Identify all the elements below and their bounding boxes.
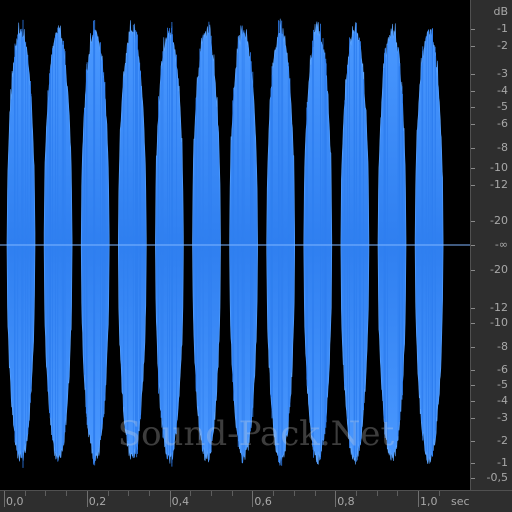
db-scale-tick (471, 270, 475, 271)
time-scale-minor-tick (148, 491, 150, 496)
db-scale-tick (471, 168, 475, 169)
db-scale-tick (471, 29, 475, 30)
db-scale-tick (471, 91, 475, 92)
db-scale-label: -12 (490, 178, 508, 191)
db-scale-label: -20 (490, 263, 508, 276)
time-scale-tick (252, 491, 254, 507)
time-scale-tick (335, 491, 337, 507)
time-scale-label: 0,4 (171, 495, 190, 508)
db-scale-label: -12 (490, 301, 508, 314)
db-scale-tick (471, 107, 475, 108)
time-scale-label: 0,6 (254, 495, 272, 508)
db-unit-label: dB (493, 5, 508, 18)
db-scale-tick (471, 221, 475, 222)
time-scale-minor-tick (128, 491, 130, 496)
time-scale-minor-tick (273, 491, 275, 496)
db-scale-label: -3 (497, 67, 508, 80)
time-scale-minor-tick (66, 491, 68, 496)
time-scale-minor-tick (107, 491, 109, 496)
db-scale-label: -20 (490, 214, 508, 227)
db-scale-tick (471, 323, 475, 324)
time-scale-label: 0,2 (88, 495, 107, 508)
db-scale-label: -1 (497, 456, 508, 469)
db-scale-tick (471, 401, 475, 402)
time-scale-minor-tick (355, 491, 357, 496)
db-scale-label: -5 (497, 378, 508, 391)
time-scale-label: 0,8 (337, 495, 355, 508)
time-scale-tick (4, 491, 5, 507)
time-ruler: sec 0,0 0,2 0,4 0,6 0,8 1,0 (0, 490, 512, 512)
time-scale-tick (169, 491, 171, 507)
time-scale-minor-tick (376, 491, 378, 496)
waveform-bursts (6, 18, 444, 468)
db-scale-tick (471, 463, 475, 464)
waveform-canvas[interactable] (0, 0, 470, 490)
db-scale-tick (471, 245, 475, 246)
db-scale-label: -6 (497, 117, 508, 130)
db-scale-tick (471, 418, 475, 419)
db-scale-label: -0,5 (486, 471, 508, 484)
db-scale-tick (471, 370, 475, 371)
db-scale-label: -6 (497, 363, 508, 376)
time-scale-minor-tick (438, 491, 440, 496)
waveform-burst (118, 20, 147, 460)
db-scale-label: -2 (497, 39, 508, 52)
time-scale-label: 1,0 (420, 495, 438, 508)
db-scale-tick (471, 124, 475, 125)
db-scale-tick (471, 148, 475, 149)
time-unit-label: sec (451, 495, 470, 508)
db-scale-tick (471, 308, 475, 309)
time-scale-minor-tick (45, 491, 47, 496)
waveform-burst (303, 21, 333, 465)
db-scale-label: -1 (497, 22, 508, 35)
db-scale-label: -4 (497, 394, 508, 407)
waveform-display[interactable] (0, 0, 470, 490)
db-scale-label: -∞ (494, 238, 508, 251)
db-scale-tick (471, 185, 475, 186)
db-scale-label: -5 (497, 100, 508, 113)
time-scale-minor-tick (211, 491, 212, 496)
amplitude-ruler: dB -1 -2 -3 -4 -5 -6 -8 -10 -12 -20 -∞ -20 -12 -10 -8 -… (470, 0, 512, 490)
db-scale-tick (471, 347, 475, 348)
db-scale-label: -3 (497, 411, 508, 424)
db-scale-tick (471, 385, 475, 386)
db-scale-label: -10 (490, 161, 508, 174)
db-scale-label: -4 (497, 84, 508, 97)
db-scale-label: -8 (497, 340, 508, 353)
time-scale-minor-tick (24, 491, 26, 496)
time-scale-label: 0,0 (6, 495, 24, 508)
time-scale-tick (418, 491, 419, 507)
time-scale-minor-tick (397, 491, 399, 496)
db-scale-label: -10 (490, 316, 508, 329)
db-scale-tick (471, 74, 475, 75)
db-scale-label: -8 (497, 141, 508, 154)
db-scale-tick (471, 46, 475, 47)
db-scale-tick (471, 441, 475, 442)
time-scale-minor-tick (231, 491, 233, 496)
waveform-editor: dB -1 -2 -3 -4 -5 -6 -8 -10 -12 -20 -∞ -20 -12 -10 -8 -… (0, 0, 512, 512)
db-scale-tick (471, 478, 475, 479)
time-scale-minor-tick (293, 491, 295, 496)
time-scale-minor-tick (190, 491, 192, 496)
time-scale-minor-tick (314, 491, 316, 496)
db-scale-label: -2 (497, 434, 508, 447)
time-scale-tick (86, 491, 88, 507)
